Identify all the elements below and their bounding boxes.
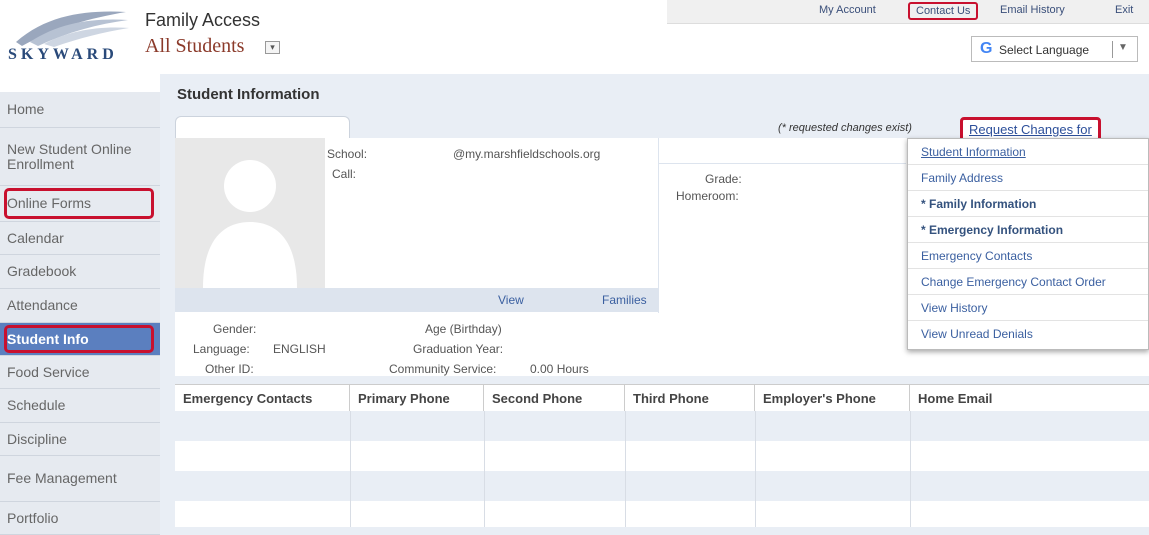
request-changes-menu: Student Information Family Address * Fam… [907,138,1149,350]
table-row[interactable] [175,411,1149,441]
sidebar-item-gradebook[interactable]: Gradebook [0,255,160,289]
person-silhouette-icon [203,160,297,288]
table-row[interactable] [175,471,1149,501]
language-field-label: Language: [193,342,250,356]
menu-item-view-history[interactable]: View History [908,295,1148,321]
sidebar-item-discipline[interactable]: Discipline [0,423,160,456]
sidebar-item-calendar[interactable]: Calendar [0,222,160,255]
sidebar: Home New Student Online Enrollment Onlin… [0,92,160,535]
exit-link[interactable]: Exit [1115,4,1133,16]
menu-item-emergency-information[interactable]: * Emergency Information [908,217,1148,243]
page-title: Student Information [177,86,320,103]
divider [350,411,351,527]
chevron-down-icon: ▼ [1118,42,1128,53]
grade-label: Grade: [705,172,742,186]
top-links-bar: My Account Contact Us Email History Exit [667,0,1149,24]
language-value: ENGLISH [273,342,326,356]
sidebar-item-schedule[interactable]: Schedule [0,389,160,423]
sidebar-item-online-forms[interactable]: Online Forms [0,186,160,222]
divider [658,138,659,313]
age-birthday-label: Age (Birthday) [425,322,502,336]
column-header[interactable]: Home Email [910,385,1149,411]
menu-item-student-information[interactable]: Student Information [908,139,1148,165]
sidebar-item-portfolio[interactable]: Portfolio [0,502,160,535]
column-header[interactable]: Emergency Contacts [175,385,350,411]
school-label: School: [327,147,368,161]
divider [910,411,911,527]
view-link[interactable]: View [498,293,524,307]
student-photo [175,138,325,312]
sidebar-item-student-info[interactable]: Student Info [0,323,160,356]
email-history-link[interactable]: Email History [1000,4,1065,16]
table-row[interactable] [175,441,1149,471]
app-title: Family Access [145,10,261,30]
menu-item-change-emergency-contact-order[interactable]: Change Emergency Contact Order [908,269,1148,295]
skyward-wordmark: SKYWARD [8,46,118,63]
divider [484,411,485,527]
divider [755,411,756,527]
menu-item-emergency-contacts[interactable]: Emergency Contacts [908,243,1148,269]
menu-item-family-address[interactable]: Family Address [908,165,1148,191]
column-header[interactable]: Primary Phone [350,385,484,411]
sidebar-item-fee-management[interactable]: Fee Management [0,456,160,502]
sidebar-item-food-service[interactable]: Food Service [0,356,160,389]
gender-label: Gender: [213,322,257,336]
contact-us-link[interactable]: Contact Us [908,2,979,20]
homeroom-label: Homeroom: [676,189,739,203]
column-header[interactable]: Employer's Phone [755,385,910,411]
school-email: @my.marshfieldschools.org [453,147,601,161]
my-account-link[interactable]: My Account [819,4,876,16]
menu-item-view-unread-denials[interactable]: View Unread Denials [908,321,1148,347]
call-label: Call: [332,167,357,181]
divider [1112,41,1113,58]
table-row[interactable] [175,501,1149,527]
community-service-value: 0.00 Hours [530,362,589,376]
student-selector-dropdown-icon[interactable]: ▾ [265,41,280,54]
column-header[interactable]: Second Phone [484,385,625,411]
families-link[interactable]: Families [602,293,647,307]
sidebar-item-home[interactable]: Home [0,92,160,128]
language-selector[interactable]: G Select Language ▼ [971,36,1138,62]
photo-action-bar: View Families [175,288,658,312]
language-label: Select Language [999,43,1090,57]
divider [625,411,626,527]
skyward-logo [16,11,129,47]
requested-changes-note: (* requested changes exist) [778,122,912,134]
sidebar-item-attendance[interactable]: Attendance [0,289,160,323]
community-service-label: Community Service: [389,362,497,376]
google-icon: G [980,40,993,57]
other-id-label: Other ID: [205,362,254,376]
emergency-contacts-table: Emergency Contacts Primary Phone Second … [175,384,1149,527]
menu-item-family-information[interactable]: * Family Information [908,191,1148,217]
column-header[interactable]: Third Phone [625,385,755,411]
student-selector[interactable]: All Students [145,35,244,58]
graduation-year-label: Graduation Year: [413,342,504,356]
divider [658,163,906,164]
sidebar-item-new-student-enrollment[interactable]: New Student Online Enrollment [0,128,160,186]
header: SKYWARD Family Access All Students ▾ My … [0,0,1149,74]
